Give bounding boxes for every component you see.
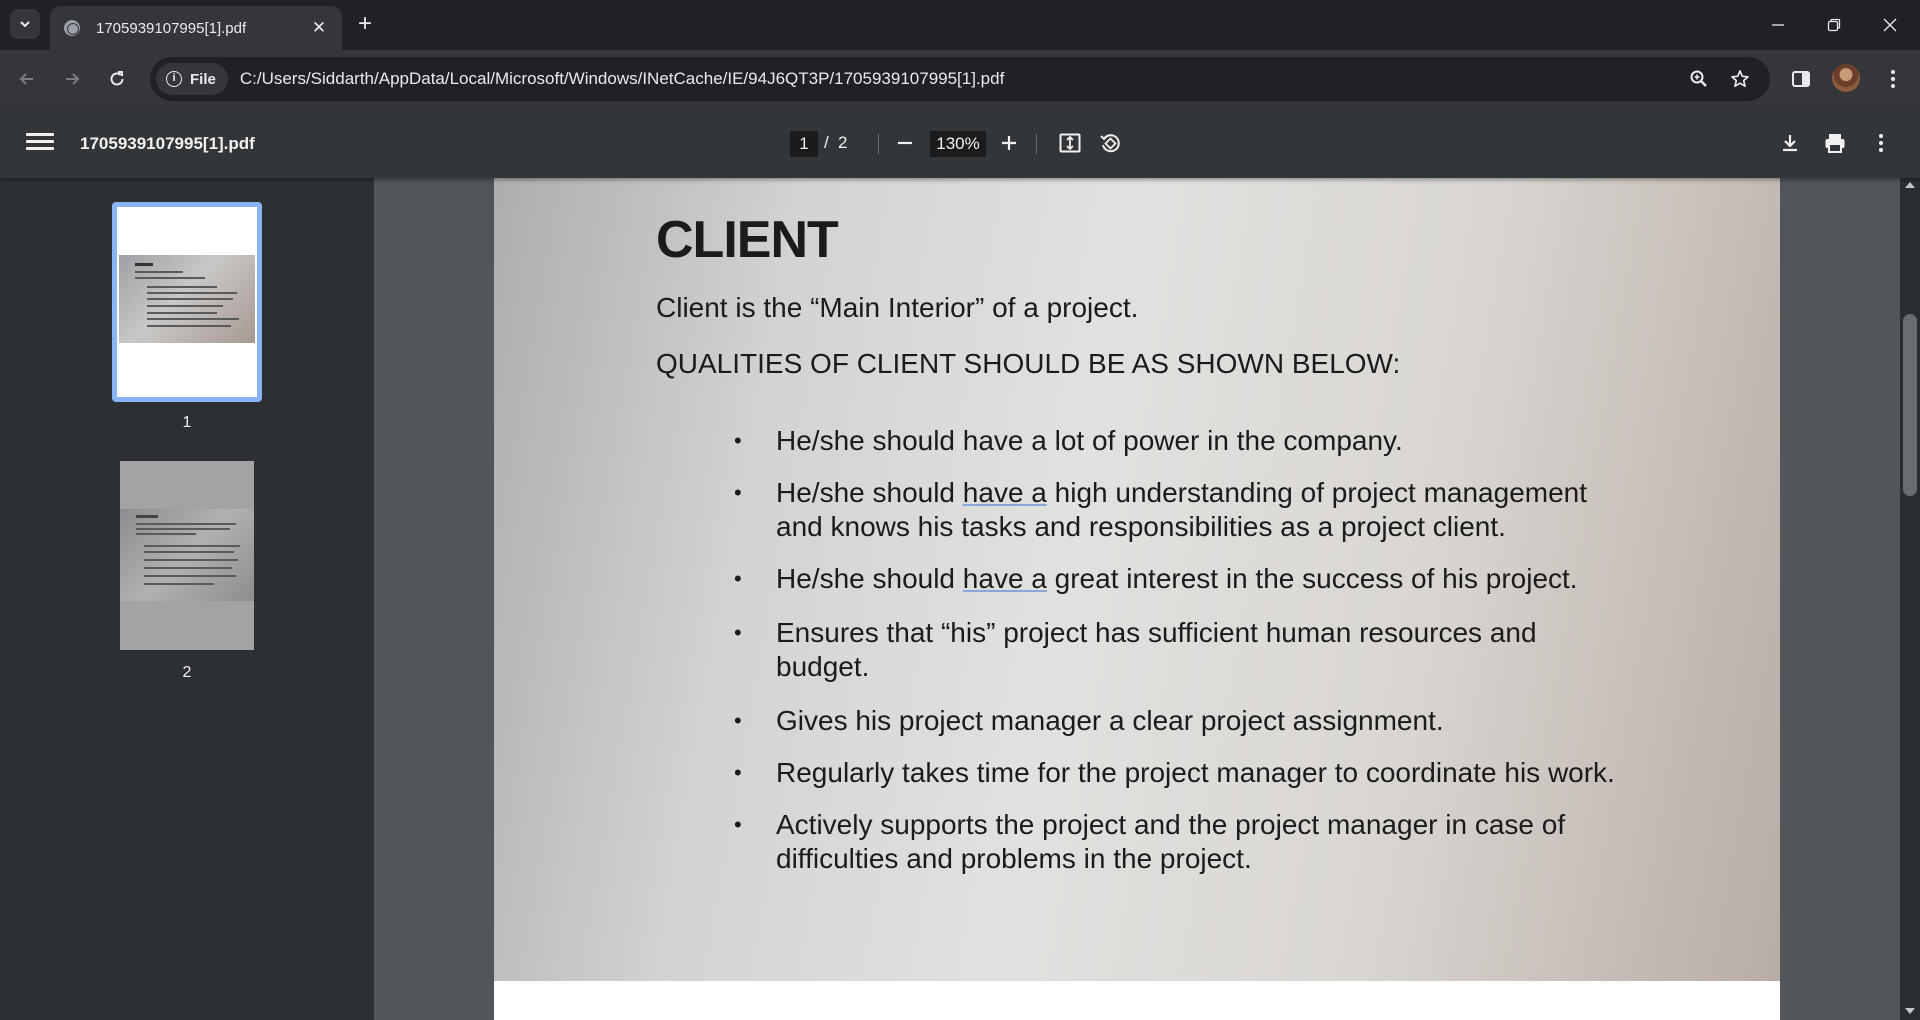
kebab-icon xyxy=(1891,70,1895,88)
bullet-text: Regularly takes time for the project man… xyxy=(776,757,1615,788)
reload-icon xyxy=(110,71,124,86)
document-heading: CLIENT xyxy=(656,211,839,269)
vertical-scrollbar[interactable] xyxy=(1900,178,1920,1020)
browser-menu-button[interactable] xyxy=(1876,62,1910,96)
reload-button[interactable] xyxy=(100,62,134,96)
bullet-item: He/she should have a high understanding … xyxy=(734,476,1588,544)
toolbar-divider xyxy=(878,134,879,154)
thumbnail-page-1[interactable] xyxy=(112,202,262,402)
rotate-button[interactable] xyxy=(1095,128,1125,158)
document-viewport[interactable]: CLIENT Client is the “Main Interior” of … xyxy=(374,178,1900,1020)
bullet-item: Actively supports the project and the pr… xyxy=(734,808,1566,876)
globe-icon xyxy=(64,20,80,36)
bullet-item: He/she should have a lot of power in the… xyxy=(734,424,1403,458)
bullet-item: Ensures that “his” project has sufficien… xyxy=(734,616,1537,684)
zoom-in-button[interactable] xyxy=(994,128,1024,158)
bullet-text: high understanding of project management xyxy=(1046,477,1588,508)
close-icon xyxy=(1883,18,1897,32)
page-total: 2 xyxy=(838,133,848,152)
bullet-text: Gives his project manager a clear projec… xyxy=(776,705,1444,736)
side-panel-button[interactable] xyxy=(1784,62,1818,96)
minimize-button[interactable] xyxy=(1750,0,1806,50)
scrollbar-thumb[interactable] xyxy=(1903,314,1917,496)
download-button[interactable] xyxy=(1775,128,1805,158)
new-tab-button[interactable]: + xyxy=(352,12,378,38)
restore-icon xyxy=(1827,18,1841,32)
close-tab-icon[interactable]: ✕ xyxy=(308,18,330,38)
browser-toolbar: i File C:/Users/Siddarth/AppData/Local/M… xyxy=(0,50,1920,108)
restore-button[interactable] xyxy=(1806,0,1862,50)
pdf-file-name: 1705939107995[1].pdf xyxy=(80,134,255,153)
bullet-text: Actively supports the project and the pr… xyxy=(776,809,1566,840)
pdf-more-button[interactable] xyxy=(1866,128,1896,158)
tab-search-button[interactable] xyxy=(10,9,40,39)
toolbar-divider xyxy=(1036,134,1037,154)
rotate-icon xyxy=(1100,134,1120,153)
thumbnail-image xyxy=(120,509,254,601)
print-button[interactable] xyxy=(1820,128,1850,158)
page-photo: CLIENT Client is the “Main Interior” of … xyxy=(494,178,1780,981)
arrow-right-icon xyxy=(66,73,80,85)
fit-page-button[interactable] xyxy=(1055,128,1085,158)
minimize-icon xyxy=(1772,24,1784,26)
bullet-text: He/she should xyxy=(776,563,963,594)
download-icon xyxy=(1783,135,1797,152)
document-subheading: QUALITIES OF CLIENT SHOULD BE AS SHOWN B… xyxy=(656,348,1401,379)
bullet-text: and knows his tasks and responsibilities… xyxy=(776,511,1506,542)
minus-icon xyxy=(898,141,912,145)
kebab-icon xyxy=(1879,134,1883,152)
scroll-up-arrow-icon[interactable] xyxy=(1905,182,1915,188)
scroll-down-arrow-icon[interactable] xyxy=(1905,1008,1915,1014)
chevron-down-icon xyxy=(20,21,30,28)
site-info-chip[interactable]: i File xyxy=(156,63,228,95)
close-window-button[interactable] xyxy=(1862,0,1918,50)
tab-title: 1705939107995[1].pdf xyxy=(96,19,247,37)
info-icon: i xyxy=(166,71,182,87)
url-text[interactable]: C:/Users/Siddarth/AppData/Local/Microsof… xyxy=(240,69,1004,89)
pdf-page: CLIENT Client is the “Main Interior” of … xyxy=(494,178,1780,1020)
bullet-text-underlined: have a xyxy=(962,563,1047,594)
bookmark-star-icon[interactable] xyxy=(1725,64,1755,94)
print-icon xyxy=(1825,134,1845,153)
bullet-text: difficulties and problems in the project… xyxy=(776,843,1252,874)
back-button[interactable] xyxy=(10,62,44,96)
fit-page-icon xyxy=(1059,133,1081,153)
bullet-text: Ensures that “his” project has sufficien… xyxy=(776,617,1537,648)
address-bar[interactable]: i File C:/Users/Siddarth/AppData/Local/M… xyxy=(150,57,1770,101)
zoom-out-button[interactable] xyxy=(890,128,920,158)
page-number-input[interactable]: 1 xyxy=(790,131,818,157)
bullet-text: budget. xyxy=(776,651,870,682)
bullet-text-underlined: have a xyxy=(962,477,1047,508)
zoom-level-input[interactable]: 130% xyxy=(930,131,986,157)
profile-avatar[interactable] xyxy=(1832,64,1860,92)
thumbnail-sidebar: 1 2 xyxy=(0,178,374,1020)
page-separator: / xyxy=(824,133,829,152)
file-chip-label: File xyxy=(190,70,216,88)
tab-strip: 1705939107995[1].pdf ✕ + xyxy=(0,0,1920,50)
side-panel-icon xyxy=(1792,71,1810,87)
zoom-icon[interactable] xyxy=(1684,64,1714,94)
thumbnail-image xyxy=(119,255,255,343)
forward-button[interactable] xyxy=(55,62,89,96)
thumbnail-page-2[interactable] xyxy=(120,461,254,650)
bullet-item: Regularly takes time for the project man… xyxy=(734,756,1615,790)
bullet-text: He/she should xyxy=(776,477,963,508)
bullet-item: Gives his project manager a clear projec… xyxy=(734,704,1444,738)
arrow-left-icon xyxy=(19,73,33,85)
bullet-text: great interest in the success of his pro… xyxy=(1046,563,1578,594)
pdf-toolbar: 1705939107995[1].pdf 1 / 2 130% xyxy=(0,108,1920,178)
bullet-text: He/she should have a lot of power in the… xyxy=(776,425,1403,456)
thumbnail-label: 2 xyxy=(182,664,192,681)
bullet-item: He/she should have a great interest in t… xyxy=(734,562,1578,596)
hamburger-menu-icon[interactable] xyxy=(26,130,54,156)
document-intro: Client is the “Main Interior” of a proje… xyxy=(656,292,1139,323)
plus-icon xyxy=(1002,136,1016,150)
browser-tab[interactable]: 1705939107995[1].pdf ✕ xyxy=(50,6,342,50)
thumbnail-label: 1 xyxy=(182,414,192,431)
